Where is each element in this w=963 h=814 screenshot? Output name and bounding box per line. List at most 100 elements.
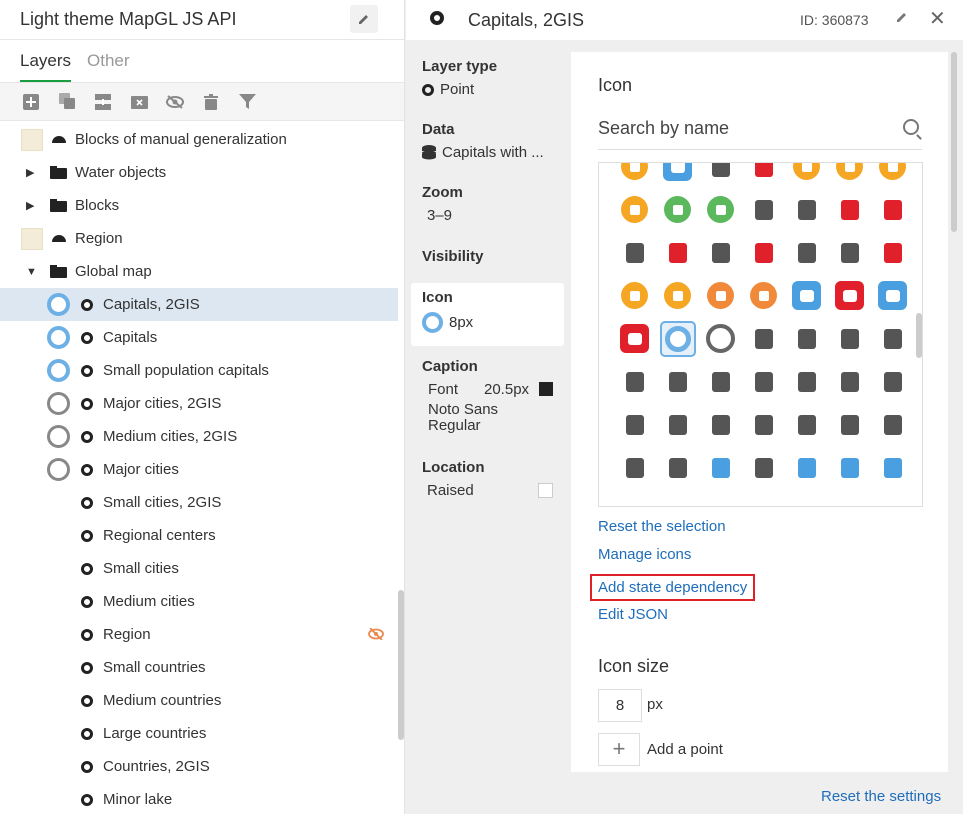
icon-grid-cell[interactable] bbox=[828, 163, 871, 188]
layer-row[interactable]: ▼ Global map bbox=[0, 255, 398, 288]
hidden-eye-icon[interactable] bbox=[368, 626, 384, 643]
layer-row[interactable]: Small cities bbox=[0, 552, 398, 585]
icon-grid-cell[interactable] bbox=[613, 163, 656, 188]
layer-row[interactable]: Blocks of manual generalization bbox=[0, 123, 398, 156]
icon-grid-cell[interactable] bbox=[871, 403, 914, 446]
icon-grid-cell[interactable] bbox=[699, 403, 742, 446]
icon-grid-cell[interactable] bbox=[785, 403, 828, 446]
icon-grid-cell[interactable] bbox=[828, 360, 871, 403]
icon-grid-cell[interactable] bbox=[742, 317, 785, 360]
prop-data[interactable]: Data Capitals with ... bbox=[422, 121, 564, 161]
icon-grid-cell[interactable] bbox=[828, 188, 871, 231]
icon-grid-cell[interactable] bbox=[699, 360, 742, 403]
prop-visibility[interactable]: Visibility bbox=[422, 248, 564, 265]
icon-grid-cell[interactable] bbox=[785, 231, 828, 274]
layer-row[interactable]: Countries, 2GIS bbox=[0, 750, 398, 783]
icon-grid-cell[interactable] bbox=[613, 446, 656, 489]
prop-layer-type[interactable]: Layer type Point bbox=[422, 58, 564, 98]
icon-grid-cell[interactable] bbox=[613, 231, 656, 274]
hide-icon[interactable] bbox=[165, 92, 185, 112]
layer-row[interactable]: Medium cities bbox=[0, 585, 398, 618]
icon-grid-cell[interactable] bbox=[828, 317, 871, 360]
delete-folder-icon[interactable] bbox=[129, 92, 149, 112]
layer-row[interactable]: Regional centers bbox=[0, 519, 398, 552]
layer-row[interactable]: Small countries bbox=[0, 651, 398, 684]
icon-grid-cell[interactable] bbox=[871, 274, 914, 317]
layer-row[interactable]: Large countries bbox=[0, 717, 398, 750]
icon-grid-cell[interactable] bbox=[613, 274, 656, 317]
icon-grid-cell[interactable] bbox=[785, 274, 828, 317]
prop-icon[interactable]: Icon 8px bbox=[422, 289, 564, 333]
layer-row[interactable]: Minor lake bbox=[0, 783, 398, 814]
icon-grid-cell[interactable] bbox=[742, 274, 785, 317]
icon-grid-cell[interactable] bbox=[871, 188, 914, 231]
icon-grid-cell[interactable] bbox=[656, 360, 699, 403]
close-icon[interactable]: ✕ bbox=[929, 6, 946, 31]
layer-row[interactable]: ▶ Blocks bbox=[0, 189, 398, 222]
icon-grid-cell[interactable] bbox=[699, 188, 742, 231]
reset-selection-link[interactable]: Reset the selection bbox=[598, 518, 726, 535]
icon-grid-cell[interactable] bbox=[828, 274, 871, 317]
icon-grid-cell[interactable] bbox=[871, 360, 914, 403]
expand-arrow-icon[interactable]: ▶ bbox=[26, 166, 34, 179]
layer-row[interactable]: Small population capitals bbox=[0, 354, 398, 387]
icon-grid-cell[interactable] bbox=[828, 446, 871, 489]
icon-grid-cell[interactable] bbox=[871, 317, 914, 360]
search-icon[interactable] bbox=[903, 119, 919, 135]
tab-layers[interactable]: Layers bbox=[20, 40, 72, 82]
icon-grid-cell[interactable] bbox=[871, 231, 914, 274]
icon-grid-cell[interactable] bbox=[742, 446, 785, 489]
icon-grid-cell[interactable] bbox=[785, 446, 828, 489]
icon-grid-scrollbar[interactable] bbox=[916, 313, 922, 358]
icon-grid-cell[interactable] bbox=[656, 163, 699, 188]
edit-layer-icon[interactable] bbox=[895, 10, 909, 28]
add-state-dependency-link[interactable]: Add state dependency bbox=[589, 574, 756, 601]
edit-json-link[interactable]: Edit JSON bbox=[598, 606, 668, 623]
layer-row[interactable]: Medium cities, 2GIS bbox=[0, 420, 398, 453]
edit-project-button[interactable] bbox=[350, 5, 378, 33]
icon-grid-cell[interactable] bbox=[656, 231, 699, 274]
icon-grid-cell[interactable] bbox=[828, 403, 871, 446]
icon-grid-cell[interactable] bbox=[742, 231, 785, 274]
settings-scrollbar[interactable] bbox=[951, 52, 957, 232]
duplicate-icon[interactable] bbox=[57, 92, 77, 112]
icon-grid-cell[interactable] bbox=[785, 163, 828, 188]
add-layer-icon[interactable] bbox=[21, 92, 41, 112]
icon-grid-cell[interactable] bbox=[699, 274, 742, 317]
icon-grid-cell[interactable] bbox=[785, 317, 828, 360]
icon-grid-cell[interactable] bbox=[699, 231, 742, 274]
layer-row[interactable]: Region bbox=[0, 618, 398, 651]
trash-icon[interactable] bbox=[201, 92, 221, 112]
icon-grid-cell[interactable] bbox=[871, 163, 914, 188]
icon-grid-cell[interactable] bbox=[656, 446, 699, 489]
icon-grid-cell[interactable] bbox=[742, 188, 785, 231]
icon-grid-cell[interactable] bbox=[871, 446, 914, 489]
icon-search[interactable]: Search by name bbox=[598, 112, 922, 150]
manage-icons-link[interactable]: Manage icons bbox=[598, 546, 691, 563]
prop-caption[interactable]: Caption bbox=[422, 358, 564, 375]
icon-grid-cell[interactable] bbox=[742, 163, 785, 188]
icon-size-input[interactable]: 8 bbox=[598, 689, 642, 722]
layers-scrollbar[interactable] bbox=[398, 590, 404, 740]
layer-row-selected[interactable]: Capitals, 2GIS bbox=[0, 288, 398, 321]
icon-grid-cell[interactable] bbox=[613, 317, 656, 360]
icon-grid-cell[interactable] bbox=[656, 317, 699, 360]
icon-grid-cell[interactable] bbox=[613, 403, 656, 446]
layer-row[interactable]: Major cities, 2GIS bbox=[0, 387, 398, 420]
layer-row[interactable]: Capitals bbox=[0, 321, 398, 354]
icon-grid-cell[interactable] bbox=[742, 403, 785, 446]
location-checkbox[interactable] bbox=[538, 483, 553, 498]
icon-grid-cell[interactable] bbox=[656, 188, 699, 231]
icon-grid-cell[interactable] bbox=[742, 360, 785, 403]
prop-zoom[interactable]: Zoom 3–9 bbox=[422, 184, 564, 224]
icon-grid-cell[interactable] bbox=[785, 360, 828, 403]
layer-row[interactable]: Region bbox=[0, 222, 398, 255]
layer-row[interactable]: Medium countries bbox=[0, 684, 398, 717]
reset-settings-link[interactable]: Reset the settings bbox=[821, 788, 941, 805]
search-input[interactable]: Search by name bbox=[598, 118, 729, 139]
layer-row[interactable]: ▶ Water objects bbox=[0, 156, 398, 189]
icon-grid-cell[interactable] bbox=[656, 274, 699, 317]
icon-grid-cell[interactable] bbox=[785, 188, 828, 231]
group-icon[interactable] bbox=[93, 92, 113, 112]
layer-row[interactable]: Major cities bbox=[0, 453, 398, 486]
